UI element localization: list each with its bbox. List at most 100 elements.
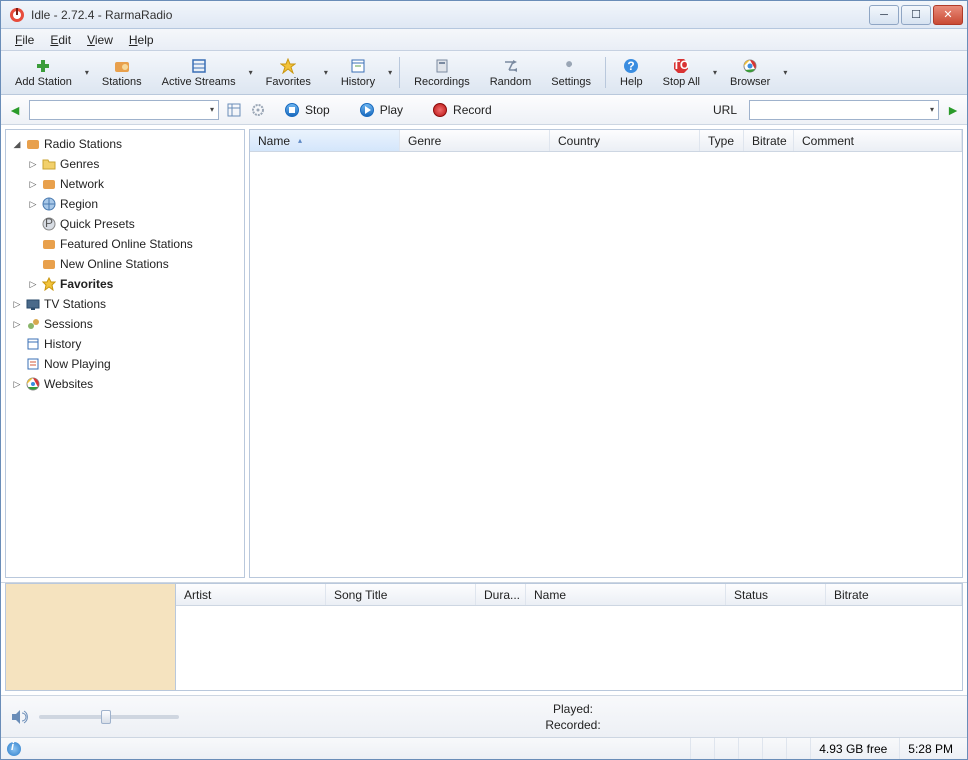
tree-new-online[interactable]: New Online Stations bbox=[8, 254, 242, 274]
playback-toolbar: ◄ ▾ Stop Play Record URL ▾ ► bbox=[1, 95, 967, 125]
nav-prev-button[interactable]: ◄ bbox=[7, 102, 23, 118]
record-button[interactable]: Record bbox=[421, 103, 504, 117]
stop-all-dropdown[interactable]: ▾ bbox=[710, 53, 720, 92]
col-country[interactable]: Country bbox=[550, 130, 700, 151]
favorites-dropdown[interactable]: ▾ bbox=[321, 53, 331, 92]
grid-icon[interactable] bbox=[225, 101, 243, 119]
window-controls: ─ ☐ ✕ bbox=[869, 5, 963, 25]
radio-icon bbox=[113, 57, 131, 75]
streams-icon bbox=[190, 57, 208, 75]
list-body[interactable] bbox=[250, 152, 962, 577]
recorded-label: Recorded: bbox=[189, 717, 957, 733]
playback-summary: Played: Recorded: bbox=[189, 701, 957, 733]
window-title: Idle - 2.72.4 - RarmaRadio bbox=[29, 8, 869, 22]
tree-quick-presets[interactable]: PQuick Presets bbox=[8, 214, 242, 234]
folder-icon bbox=[41, 156, 57, 172]
pl-col-artist[interactable]: Artist bbox=[176, 584, 326, 605]
sb-cell-5 bbox=[786, 738, 806, 759]
menubar: File Edit View Help bbox=[1, 29, 967, 51]
station-combo[interactable]: ▾ bbox=[29, 100, 219, 120]
random-button[interactable]: Random bbox=[480, 53, 542, 92]
history-dropdown[interactable]: ▾ bbox=[385, 53, 395, 92]
radio-icon bbox=[41, 236, 57, 252]
tree-network[interactable]: ▷Network bbox=[8, 174, 242, 194]
navigation-tree[interactable]: ◢Radio Stations ▷Genres ▷Network ▷Region… bbox=[5, 129, 245, 578]
history-icon bbox=[25, 336, 41, 352]
tree-featured[interactable]: Featured Online Stations bbox=[8, 234, 242, 254]
tree-history[interactable]: History bbox=[8, 334, 242, 354]
globe-icon bbox=[41, 196, 57, 212]
preset-icon: P bbox=[41, 216, 57, 232]
record-circle-icon bbox=[433, 103, 447, 117]
star-icon bbox=[41, 276, 57, 292]
maximize-button[interactable]: ☐ bbox=[901, 5, 931, 25]
sb-cell-1 bbox=[690, 738, 710, 759]
help-button[interactable]: ? Help bbox=[610, 53, 653, 92]
random-icon bbox=[502, 57, 520, 75]
played-label: Played: bbox=[189, 701, 957, 717]
col-name[interactable]: Name▴ bbox=[250, 130, 400, 151]
svg-text:?: ? bbox=[628, 59, 635, 73]
tree-sessions[interactable]: ▷Sessions bbox=[8, 314, 242, 334]
close-button[interactable]: ✕ bbox=[933, 5, 963, 25]
tree-favorites[interactable]: ▷Favorites bbox=[8, 274, 242, 294]
slider-thumb[interactable] bbox=[101, 710, 111, 724]
sb-cell-3 bbox=[738, 738, 758, 759]
url-label: URL bbox=[713, 103, 743, 117]
wrench-icon bbox=[562, 57, 580, 75]
radio-icon bbox=[41, 256, 57, 272]
play-button[interactable]: Play bbox=[348, 103, 415, 117]
app-icon bbox=[9, 7, 25, 23]
tree-websites[interactable]: ▷Websites bbox=[8, 374, 242, 394]
active-streams-dropdown[interactable]: ▾ bbox=[246, 53, 256, 92]
tree-genres[interactable]: ▷Genres bbox=[8, 154, 242, 174]
nav-next-button[interactable]: ► bbox=[945, 102, 961, 118]
pl-col-status[interactable]: Status bbox=[726, 584, 826, 605]
favorites-button[interactable]: Favorites bbox=[256, 53, 321, 92]
menu-edit[interactable]: Edit bbox=[42, 31, 79, 49]
stations-button[interactable]: Stations bbox=[92, 53, 152, 92]
stop-all-button[interactable]: STOP Stop All bbox=[653, 53, 710, 92]
speaker-icon[interactable] bbox=[11, 708, 29, 726]
browser-dropdown[interactable]: ▾ bbox=[780, 53, 790, 92]
stop-button[interactable]: Stop bbox=[273, 103, 342, 117]
add-station-button[interactable]: Add Station bbox=[5, 53, 82, 92]
menu-file[interactable]: File bbox=[7, 31, 42, 49]
playlist-body[interactable] bbox=[176, 606, 962, 690]
pl-col-bitrate[interactable]: Bitrate bbox=[826, 584, 962, 605]
add-station-dropdown[interactable]: ▾ bbox=[82, 53, 92, 92]
stop-circle-icon bbox=[285, 103, 299, 117]
pl-col-song[interactable]: Song Title bbox=[326, 584, 476, 605]
statusbar: 4.93 GB free 5:28 PM bbox=[1, 737, 967, 759]
tree-now-playing[interactable]: Now Playing bbox=[8, 354, 242, 374]
col-type[interactable]: Type bbox=[700, 130, 744, 151]
col-bitrate[interactable]: Bitrate bbox=[744, 130, 794, 151]
play-circle-icon bbox=[360, 103, 374, 117]
volume-slider[interactable] bbox=[39, 715, 179, 719]
tree-tv-stations[interactable]: ▷TV Stations bbox=[8, 294, 242, 314]
minimize-button[interactable]: ─ bbox=[869, 5, 899, 25]
pl-col-duration[interactable]: Dura... bbox=[476, 584, 526, 605]
radio-icon bbox=[25, 136, 41, 152]
radio-icon bbox=[41, 176, 57, 192]
col-genre[interactable]: Genre bbox=[400, 130, 550, 151]
settings-button[interactable]: Settings bbox=[541, 53, 601, 92]
plus-icon bbox=[34, 57, 52, 75]
active-streams-button[interactable]: Active Streams bbox=[152, 53, 246, 92]
info-icon[interactable] bbox=[7, 742, 21, 756]
browser-icon bbox=[741, 57, 759, 75]
recordings-button[interactable]: Recordings bbox=[404, 53, 480, 92]
disk-free: 4.93 GB free bbox=[810, 738, 895, 759]
gear-icon[interactable] bbox=[249, 101, 267, 119]
url-combo[interactable]: ▾ bbox=[749, 100, 939, 120]
col-comment[interactable]: Comment bbox=[794, 130, 962, 151]
menu-help[interactable]: Help bbox=[121, 31, 162, 49]
star-icon bbox=[279, 57, 297, 75]
history-button[interactable]: History bbox=[331, 53, 385, 92]
tree-region[interactable]: ▷Region bbox=[8, 194, 242, 214]
main-area: ◢Radio Stations ▷Genres ▷Network ▷Region… bbox=[1, 125, 967, 583]
tree-radio-stations[interactable]: ◢Radio Stations bbox=[8, 134, 242, 154]
pl-col-name[interactable]: Name bbox=[526, 584, 726, 605]
browser-button[interactable]: Browser bbox=[720, 53, 780, 92]
menu-view[interactable]: View bbox=[79, 31, 121, 49]
